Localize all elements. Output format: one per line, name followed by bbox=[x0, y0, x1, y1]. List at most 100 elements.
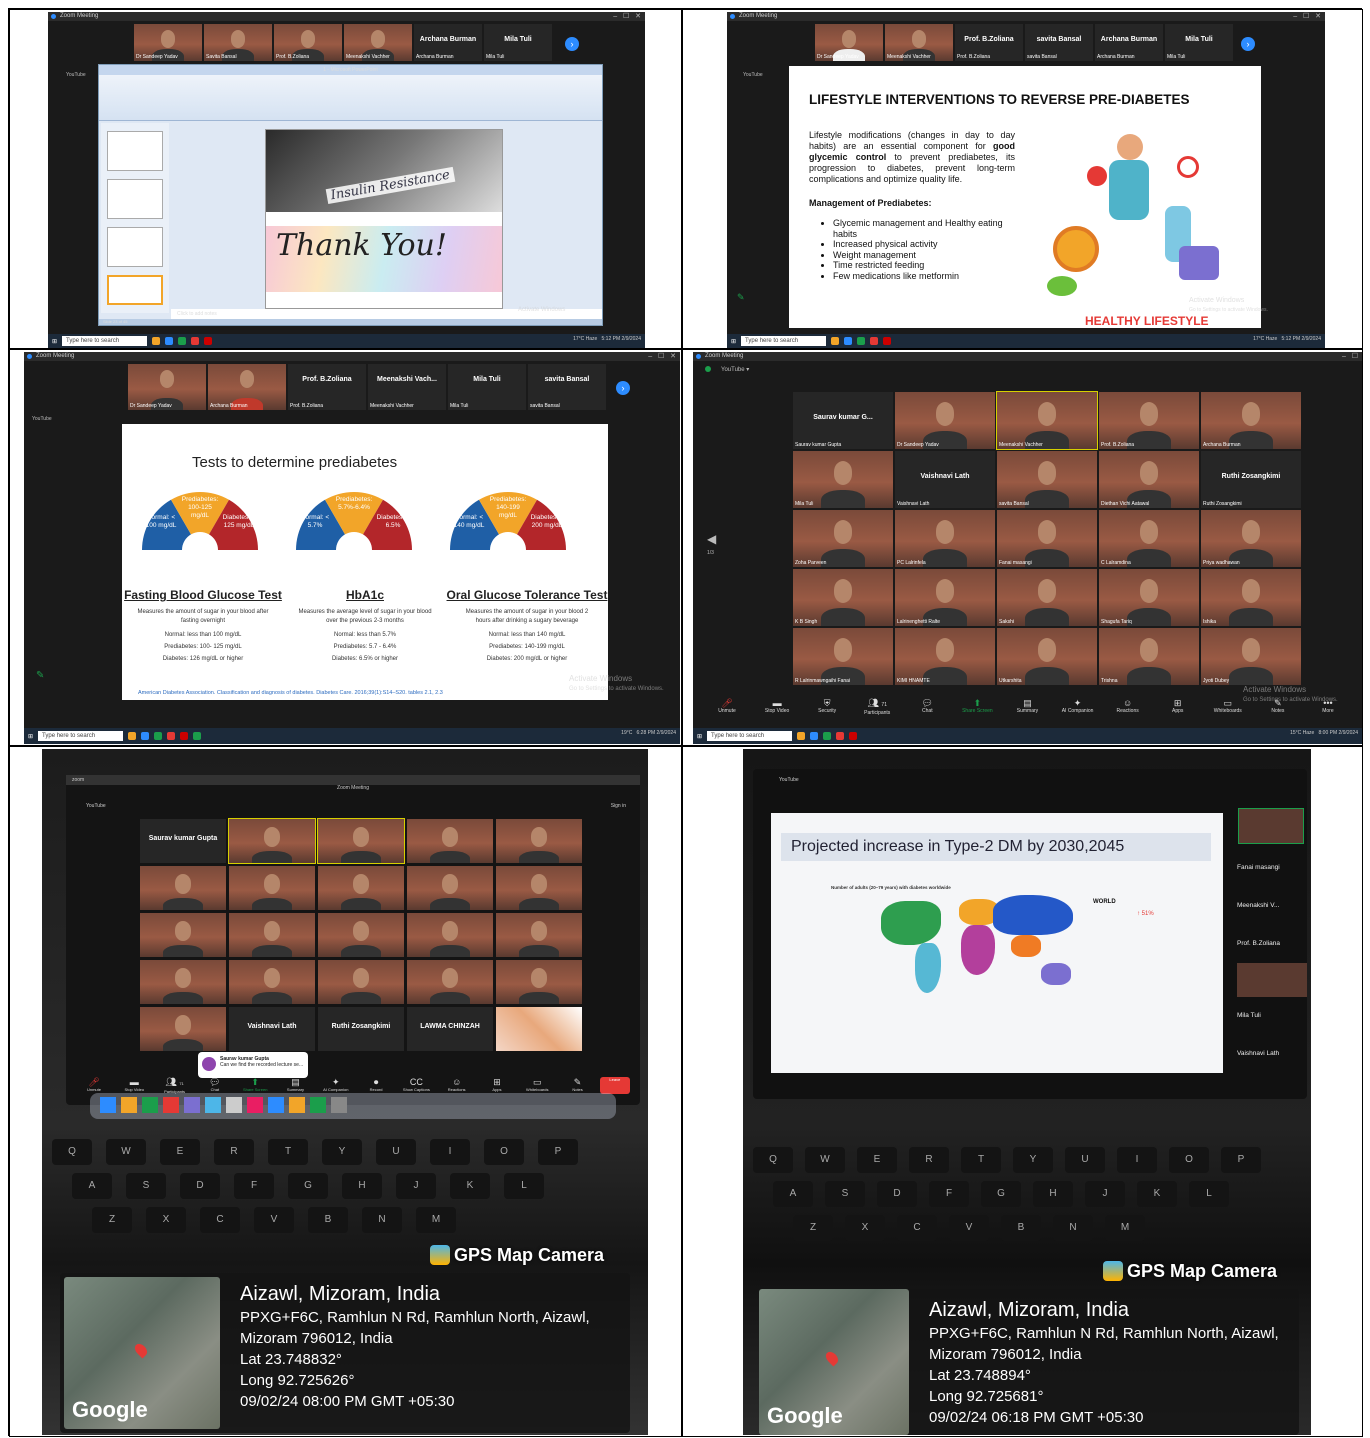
participant-tile[interactable]: Utkarshita bbox=[997, 628, 1097, 685]
participant-tile[interactable] bbox=[496, 1007, 582, 1051]
participant-name[interactable]: Fanai masangi bbox=[1237, 849, 1307, 887]
participant-tile[interactable]: Shagufa Tariq bbox=[1099, 569, 1199, 626]
participant-tile[interactable] bbox=[318, 913, 404, 957]
security-button[interactable]: ⛨ Security bbox=[803, 698, 851, 716]
participant-tile[interactable]: Savita Bansal bbox=[204, 24, 272, 61]
leave-button[interactable]: Leave bbox=[599, 1077, 630, 1094]
ai-companion-button[interactable]: ✦ AI Companion bbox=[318, 1077, 354, 1094]
participant-tile[interactable]: Sakshi bbox=[997, 569, 1097, 626]
participant-tile[interactable]: Jyoti Dubey bbox=[1201, 628, 1301, 685]
stop-video-button[interactable]: ▬ Stop Video bbox=[116, 1077, 152, 1094]
participant-tile[interactable] bbox=[140, 1007, 226, 1051]
participant-tile[interactable]: Ruthi Zosangkimi bbox=[318, 1007, 404, 1051]
participant-tile[interactable]: Dr Sandeep Yadav bbox=[128, 364, 206, 410]
participant-tile[interactable]: PC Lalrinfela bbox=[895, 510, 995, 567]
participant-tile[interactable] bbox=[317, 818, 405, 864]
participant-tile[interactable]: Prof. B.Zoliana bbox=[274, 24, 342, 61]
apps-button[interactable]: ⊞ Apps bbox=[1154, 698, 1202, 716]
participant-video[interactable] bbox=[1237, 963, 1307, 997]
participant-tile[interactable] bbox=[318, 960, 404, 1004]
captions-button[interactable]: CC Show Captions bbox=[398, 1077, 434, 1094]
participant-tile[interactable]: Dr Sandeep Yadav bbox=[895, 392, 995, 449]
window-controls[interactable]: – ☐ ✕ bbox=[648, 352, 676, 360]
participant-tile[interactable]: Ruthi Zosangkimi Ruthi Zosangkimi bbox=[1201, 451, 1301, 508]
participants-button[interactable]: 👥︎ 71 Participants bbox=[853, 698, 901, 716]
participant-tile[interactable]: Meenakshi Vachher bbox=[344, 24, 412, 61]
participant-tile[interactable]: Saurav kumar G... Saurav kumar Gupta bbox=[793, 392, 893, 449]
taskbar-search[interactable]: Type here to search bbox=[741, 336, 827, 346]
participant-tile[interactable]: Vaishnavi Lath bbox=[229, 1007, 315, 1051]
taskbar-search[interactable]: Type here to search bbox=[62, 336, 148, 346]
summary-button[interactable]: ▤ Summary bbox=[277, 1077, 313, 1094]
participant-tile[interactable]: Archana Burman bbox=[1201, 392, 1301, 449]
participant-tile[interactable]: Meenakshi Vachher bbox=[885, 24, 953, 61]
participant-tile[interactable]: Meenakshi Vach... Meenakshi Vachher bbox=[368, 364, 446, 410]
participant-tile[interactable]: Lalrinenghetti Ralte bbox=[895, 569, 995, 626]
participant-tile[interactable] bbox=[407, 866, 493, 910]
ppt-ribbon[interactable] bbox=[99, 75, 602, 121]
whiteboards-button[interactable]: ▭ Whiteboards bbox=[519, 1077, 555, 1094]
participants-button[interactable]: 👥︎ 71 Participants bbox=[157, 1077, 193, 1094]
window-controls[interactable]: – ☐ bbox=[1342, 352, 1358, 360]
participant-tile[interactable]: Mila Tuli Mila Tuli bbox=[448, 364, 526, 410]
participant-tile[interactable] bbox=[229, 866, 315, 910]
chat-button[interactable]: 💬︎ Chat bbox=[903, 698, 951, 716]
windows-start-icon[interactable]: ⊞ bbox=[731, 338, 736, 345]
pencil-icon[interactable]: ✎ bbox=[36, 670, 44, 681]
windows-start-icon[interactable]: ⊞ bbox=[28, 733, 33, 740]
taskbar-search[interactable]: Type here to search bbox=[707, 731, 793, 741]
participant-tile[interactable] bbox=[229, 960, 315, 1004]
participant-tile[interactable] bbox=[496, 913, 582, 957]
participant-tile[interactable]: Mila Tuli bbox=[793, 451, 893, 508]
participant-tile[interactable] bbox=[407, 819, 493, 863]
participant-tile[interactable]: Vaishnavi Lath Vaishnavi Lath bbox=[895, 451, 995, 508]
window-controls[interactable]: – ☐ ✕ bbox=[613, 12, 641, 20]
participant-tile[interactable]: K B Singh bbox=[793, 569, 893, 626]
participant-tile[interactable] bbox=[1238, 808, 1304, 844]
participant-tile[interactable] bbox=[140, 960, 226, 1004]
participant-tile[interactable] bbox=[228, 818, 316, 864]
participant-tile[interactable]: Archana Burman Archana Burman bbox=[414, 24, 482, 61]
windows-start-icon[interactable]: ⊞ bbox=[697, 733, 702, 740]
participant-tile[interactable]: Prof. B.Zoliana Prof. B.Zoliana bbox=[288, 364, 366, 410]
slide-thumbnails[interactable] bbox=[101, 123, 169, 313]
apps-button[interactable]: ⊞ Apps bbox=[479, 1077, 515, 1094]
participant-tile[interactable] bbox=[140, 913, 226, 957]
participant-tile[interactable]: Prof. B.Zoliana Prof. B.Zoliana bbox=[955, 24, 1023, 61]
participant-tile[interactable] bbox=[318, 866, 404, 910]
participant-tile[interactable]: Dr Sandeep Yadav bbox=[134, 24, 202, 61]
participant-tile[interactable]: Prof. B.Zoliana bbox=[1099, 392, 1199, 449]
shield-icon[interactable] bbox=[705, 366, 711, 372]
participant-tile[interactable]: savita Bansal bbox=[997, 451, 1097, 508]
participant-tile[interactable]: Priya wadhawan bbox=[1201, 510, 1301, 567]
window-controls[interactable]: – ☐ ✕ bbox=[1293, 12, 1321, 20]
participant-name[interactable]: Vaishnavi Lath bbox=[1237, 1035, 1307, 1073]
participant-tile[interactable] bbox=[407, 913, 493, 957]
participant-tile[interactable]: Meenakshi Vachher bbox=[996, 391, 1098, 450]
participant-tile[interactable]: savita Bansal savita Bansal bbox=[1025, 24, 1093, 61]
prev-page-arrow-icon[interactable]: ◀ bbox=[707, 532, 716, 546]
participant-tile[interactable]: Saurav kumar Gupta bbox=[140, 819, 226, 863]
participant-tile[interactable]: R Lalrinmawngaihi Fanai bbox=[793, 628, 893, 685]
next-page-arrow-icon[interactable]: › bbox=[616, 381, 630, 395]
taskbar-search[interactable]: Type here to search bbox=[38, 731, 124, 741]
participant-tile[interactable]: Archana Burman Archana Burman bbox=[1095, 24, 1163, 61]
participant-tile[interactable]: Ishika bbox=[1201, 569, 1301, 626]
participant-tile[interactable]: Dr Sandeep Yadav bbox=[815, 24, 883, 61]
participant-tile[interactable] bbox=[496, 819, 582, 863]
record-button[interactable]: ⏺ Record bbox=[358, 1077, 394, 1094]
participant-tile[interactable]: LAWMA CHINZAH bbox=[407, 1007, 493, 1051]
next-page-arrow-icon[interactable]: › bbox=[565, 37, 579, 51]
participant-tile[interactable] bbox=[140, 866, 226, 910]
participant-tile[interactable]: KIMI HNAMTE bbox=[895, 628, 995, 685]
participant-tile[interactable]: savita Bansal savita Bansal bbox=[528, 364, 606, 410]
chat-button[interactable]: 💬︎ Chat bbox=[197, 1077, 233, 1094]
unmute-button[interactable]: 🎤︎ Unmute bbox=[76, 1077, 112, 1094]
stop-video-button[interactable]: ▬ Stop Video bbox=[753, 698, 801, 716]
sign-in-link[interactable]: Sign in bbox=[611, 803, 626, 809]
reactions-button[interactable]: ☺ Reactions bbox=[439, 1077, 475, 1094]
share-screen-button[interactable]: ⬆ Share Screen bbox=[237, 1077, 273, 1094]
participant-tile[interactable]: Diethan Vichi Aatawal bbox=[1099, 451, 1199, 508]
reactions-button[interactable]: ☺ Reactions bbox=[1104, 698, 1152, 716]
participant-tile[interactable] bbox=[407, 960, 493, 1004]
